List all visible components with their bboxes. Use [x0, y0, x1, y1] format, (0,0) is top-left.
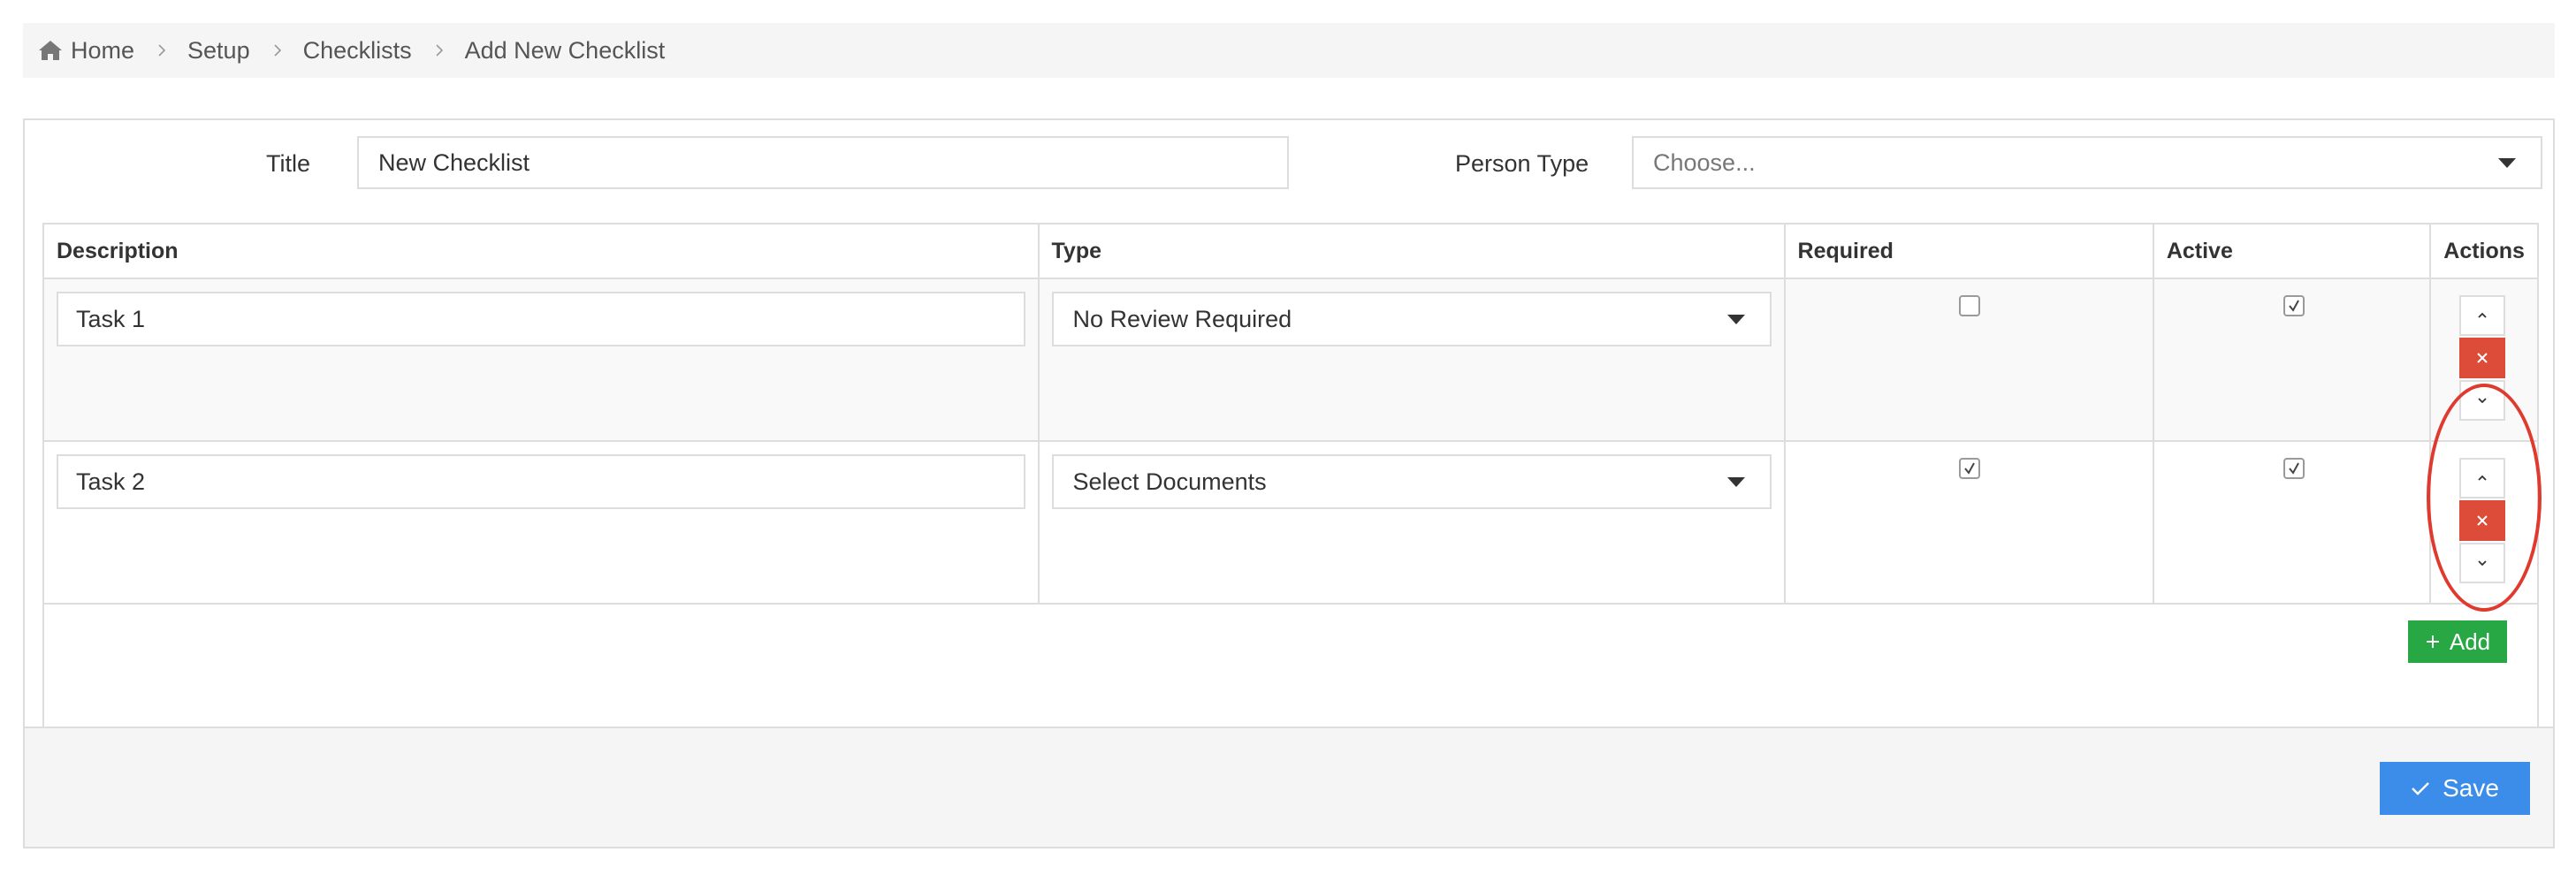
checkmark-icon	[2412, 782, 2429, 795]
save-button[interactable]: Save	[2380, 762, 2530, 815]
active-checkbox[interactable]	[2283, 295, 2305, 316]
checkmark-icon	[2289, 300, 2299, 312]
type-value: No Review Required	[1072, 305, 1292, 332]
column-header-type: Type	[1037, 223, 1786, 279]
title-input[interactable]: New Checklist	[357, 136, 1289, 189]
save-label: Save	[2443, 774, 2499, 802]
caret-down-icon	[2498, 158, 2516, 168]
chevron-right-icon	[436, 44, 443, 57]
type-value: Select Documents	[1072, 468, 1267, 495]
checkmark-icon	[2289, 462, 2299, 475]
move-up-button[interactable]	[2459, 295, 2506, 336]
description-cell: Task 2	[42, 440, 1040, 605]
home-icon	[39, 41, 62, 60]
tasks-table: Description Type Required Active Actions…	[42, 223, 2539, 767]
title-label: Title	[266, 150, 311, 177]
column-header-active: Active	[2152, 223, 2432, 279]
breadcrumb: Home Setup Checklists Add New Checklist	[23, 23, 2555, 78]
breadcrumb-home[interactable]: Home	[71, 37, 134, 65]
column-header-actions: Actions	[2429, 223, 2539, 279]
type-select[interactable]: Select Documents	[1051, 454, 1772, 509]
delete-button[interactable]	[2459, 338, 2506, 378]
annotation-highlight-circle	[2427, 384, 2542, 612]
person-type-label: Person Type	[1455, 150, 1589, 177]
checklist-form-panel: Title New Checklist Person Type Choose..…	[23, 118, 2555, 848]
plus-icon	[2426, 635, 2439, 648]
required-checkbox[interactable]	[1958, 295, 1980, 316]
active-checkbox[interactable]	[2283, 458, 2305, 479]
add-task-button[interactable]: Add	[2408, 620, 2507, 663]
caret-down-icon	[1726, 315, 1745, 324]
checkmark-icon	[1963, 462, 1975, 475]
description-cell: Task 1	[42, 278, 1040, 442]
table-row: Task 2 Select Documents	[42, 440, 2539, 605]
person-type-value: Choose...	[1653, 148, 1756, 176]
table-row: Task 1 No Review Required	[42, 278, 2539, 442]
chevron-up-icon	[2478, 312, 2487, 318]
breadcrumb-checklists[interactable]: Checklists	[303, 37, 412, 65]
required-checkbox[interactable]	[1958, 458, 1980, 479]
description-input[interactable]: Task 2	[57, 454, 1025, 509]
chevron-right-icon	[274, 44, 281, 57]
required-cell	[1783, 440, 2154, 605]
caret-down-icon	[1726, 477, 1745, 487]
column-header-description: Description	[42, 223, 1040, 279]
description-input[interactable]: Task 1	[57, 292, 1025, 346]
type-cell: No Review Required	[1037, 278, 1786, 442]
type-select[interactable]: No Review Required	[1051, 292, 1772, 346]
required-cell	[1783, 278, 2154, 442]
active-cell	[2152, 278, 2432, 442]
active-cell	[2152, 440, 2432, 605]
column-header-required: Required	[1783, 223, 2154, 279]
table-header-row: Description Type Required Active Actions	[42, 223, 2539, 279]
close-icon	[2477, 353, 2488, 363]
form-footer: Save	[25, 727, 2553, 847]
chevron-right-icon	[158, 44, 166, 57]
add-task-label: Add	[2449, 628, 2491, 655]
breadcrumb-current: Add New Checklist	[464, 36, 666, 64]
breadcrumb-setup[interactable]: Setup	[187, 37, 250, 65]
type-cell: Select Documents	[1037, 440, 1786, 605]
person-type-select[interactable]: Choose...	[1632, 136, 2542, 189]
